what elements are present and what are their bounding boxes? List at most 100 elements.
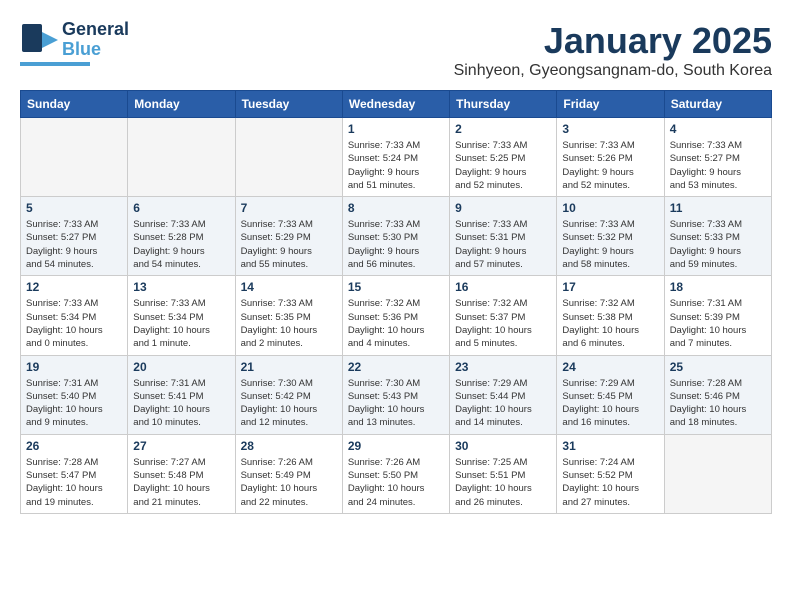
table-row: 13 Sunrise: 7:33 AM Sunset: 5:34 PM Dayli… [128,276,235,355]
day-number: 29 [348,439,444,453]
header: General Blue January 2025 Sinhyeon, Gyeo… [20,20,772,80]
table-row: 9 Sunrise: 7:33 AM Sunset: 5:31 PM Daylig… [450,197,557,276]
day-info: Sunrise: 7:33 AM Sunset: 5:24 PM Dayligh… [348,139,444,192]
day-info: Sunrise: 7:31 AM Sunset: 5:39 PM Dayligh… [670,297,766,350]
day-info: Sunrise: 7:26 AM Sunset: 5:49 PM Dayligh… [241,456,337,509]
day-info: Sunrise: 7:31 AM Sunset: 5:40 PM Dayligh… [26,377,122,430]
table-row: 2Sunrise: 7:33 AM Sunset: 5:25 PM Daylig… [450,118,557,197]
day-number: 10 [562,201,658,215]
calendar-week-row: 19 Sunrise: 7:31 AM Sunset: 5:40 PM Dayli… [21,355,772,434]
title-section: January 2025 Sinhyeon, Gyeongsangnam-do,… [454,20,772,80]
day-number: 28 [241,439,337,453]
calendar-week-row: 1 Sunrise: 7:33 AM Sunset: 5:24 PM Daylig… [21,118,772,197]
day-number: 21 [241,360,337,374]
day-info: Sunrise: 7:33 AM Sunset: 5:27 PM Dayligh… [670,139,766,192]
day-number: 8 [348,201,444,215]
table-row: 23 Sunrise: 7:29 AM Sunset: 5:44 PM Dayli… [450,355,557,434]
day-number: 17 [562,280,658,294]
day-number: 5 [26,201,122,215]
day-number: 22 [348,360,444,374]
day-number: 13 [133,280,229,294]
day-info: Sunrise: 7:33 AM Sunset: 5:34 PM Dayligh… [133,297,229,350]
table-row: 14 Sunrise: 7:33 AM Sunset: 5:35 PM Dayli… [235,276,342,355]
table-row: 24 Sunrise: 7:29 AM Sunset: 5:45 PM Dayli… [557,355,664,434]
table-row: 4 Sunrise: 7:33 AM Sunset: 5:27 PM Daylig… [664,118,771,197]
table-row: 1 Sunrise: 7:33 AM Sunset: 5:24 PM Daylig… [342,118,449,197]
day-info: Sunrise: 7:33 AM Sunset: 5:33 PM Dayligh… [670,218,766,271]
day-number: 31 [562,439,658,453]
table-row: 5 Sunrise: 7:33 AM Sunset: 5:27 PM Daylig… [21,197,128,276]
day-info: Sunrise: 7:31 AM Sunset: 5:41 PM Dayligh… [133,377,229,430]
calendar-table: Sunday Monday Tuesday Wednesday Thursday… [20,90,772,514]
day-info: Sunrise: 7:28 AM Sunset: 5:46 PM Dayligh… [670,377,766,430]
day-info: Sunrise: 7:24 AM Sunset: 5:52 PM Dayligh… [562,456,658,509]
day-number: 9 [455,201,551,215]
day-number: 24 [562,360,658,374]
day-number: 16 [455,280,551,294]
day-info: Sunrise: 7:33 AM Sunset: 5:25 PM Dayligh… [455,139,551,192]
table-row [21,118,128,197]
day-number: 19 [26,360,122,374]
day-info: Sunrise: 7:33 AM Sunset: 5:35 PM Dayligh… [241,297,337,350]
table-row: 12Sunrise: 7:33 AM Sunset: 5:34 PM Dayli… [21,276,128,355]
day-info: Sunrise: 7:33 AM Sunset: 5:27 PM Dayligh… [26,218,122,271]
table-row: 11 Sunrise: 7:33 AM Sunset: 5:33 PM Dayli… [664,197,771,276]
day-number: 4 [670,122,766,136]
table-row: 27Sunrise: 7:27 AM Sunset: 5:48 PM Dayli… [128,434,235,513]
day-number: 26 [26,439,122,453]
day-info: Sunrise: 7:33 AM Sunset: 5:28 PM Dayligh… [133,218,229,271]
day-number: 15 [348,280,444,294]
header-wednesday: Wednesday [342,91,449,118]
table-row: 6 Sunrise: 7:33 AM Sunset: 5:28 PM Daylig… [128,197,235,276]
table-row: 16 Sunrise: 7:32 AM Sunset: 5:37 PM Dayli… [450,276,557,355]
day-info: Sunrise: 7:33 AM Sunset: 5:26 PM Dayligh… [562,139,658,192]
day-number: 30 [455,439,551,453]
header-monday: Monday [128,91,235,118]
table-row: 25 Sunrise: 7:28 AM Sunset: 5:46 PM Dayli… [664,355,771,434]
table-row: 31 Sunrise: 7:24 AM Sunset: 5:52 PM Dayli… [557,434,664,513]
day-number: 11 [670,201,766,215]
day-number: 7 [241,201,337,215]
day-number: 3 [562,122,658,136]
day-info: Sunrise: 7:30 AM Sunset: 5:43 PM Dayligh… [348,377,444,430]
table-row: 18Sunrise: 7:31 AM Sunset: 5:39 PM Dayli… [664,276,771,355]
day-info: Sunrise: 7:33 AM Sunset: 5:29 PM Dayligh… [241,218,337,271]
day-number: 20 [133,360,229,374]
day-number: 12 [26,280,122,294]
table-row: 20 Sunrise: 7:31 AM Sunset: 5:41 PM Dayli… [128,355,235,434]
table-row: 26 Sunrise: 7:28 AM Sunset: 5:47 PM Dayli… [21,434,128,513]
day-number: 25 [670,360,766,374]
day-info: Sunrise: 7:33 AM Sunset: 5:32 PM Dayligh… [562,218,658,271]
table-row: 29Sunrise: 7:26 AM Sunset: 5:50 PM Dayli… [342,434,449,513]
day-info: Sunrise: 7:29 AM Sunset: 5:44 PM Dayligh… [455,377,551,430]
day-info: Sunrise: 7:28 AM Sunset: 5:47 PM Dayligh… [26,456,122,509]
day-number: 6 [133,201,229,215]
table-row [664,434,771,513]
day-info: Sunrise: 7:29 AM Sunset: 5:45 PM Dayligh… [562,377,658,430]
day-number: 23 [455,360,551,374]
table-row: 19 Sunrise: 7:31 AM Sunset: 5:40 PM Dayli… [21,355,128,434]
table-row [128,118,235,197]
day-info: Sunrise: 7:32 AM Sunset: 5:38 PM Dayligh… [562,297,658,350]
day-number: 1 [348,122,444,136]
day-info: Sunrise: 7:25 AM Sunset: 5:51 PM Dayligh… [455,456,551,509]
header-tuesday: Tuesday [235,91,342,118]
day-info: Sunrise: 7:32 AM Sunset: 5:37 PM Dayligh… [455,297,551,350]
weekday-header-row: Sunday Monday Tuesday Wednesday Thursday… [21,91,772,118]
header-friday: Friday [557,91,664,118]
table-row: 8Sunrise: 7:33 AM Sunset: 5:30 PM Daylig… [342,197,449,276]
header-thursday: Thursday [450,91,557,118]
day-number: 14 [241,280,337,294]
calendar-week-row: 5 Sunrise: 7:33 AM Sunset: 5:27 PM Daylig… [21,197,772,276]
table-row: 17 Sunrise: 7:32 AM Sunset: 5:38 PM Dayli… [557,276,664,355]
table-row: 21 Sunrise: 7:30 AM Sunset: 5:42 PM Dayli… [235,355,342,434]
table-row: 22 Sunrise: 7:30 AM Sunset: 5:43 PM Dayli… [342,355,449,434]
table-row: 30 Sunrise: 7:25 AM Sunset: 5:51 PM Dayli… [450,434,557,513]
table-row: 3 Sunrise: 7:33 AM Sunset: 5:26 PM Daylig… [557,118,664,197]
table-row: 28 Sunrise: 7:26 AM Sunset: 5:49 PM Dayli… [235,434,342,513]
day-info: Sunrise: 7:27 AM Sunset: 5:48 PM Dayligh… [133,456,229,509]
header-saturday: Saturday [664,91,771,118]
day-info: Sunrise: 7:33 AM Sunset: 5:31 PM Dayligh… [455,218,551,271]
day-info: Sunrise: 7:30 AM Sunset: 5:42 PM Dayligh… [241,377,337,430]
calendar-week-row: 12 Sunrise: 7:33 AM Sunset: 5:34 PM Dayli… [21,276,772,355]
